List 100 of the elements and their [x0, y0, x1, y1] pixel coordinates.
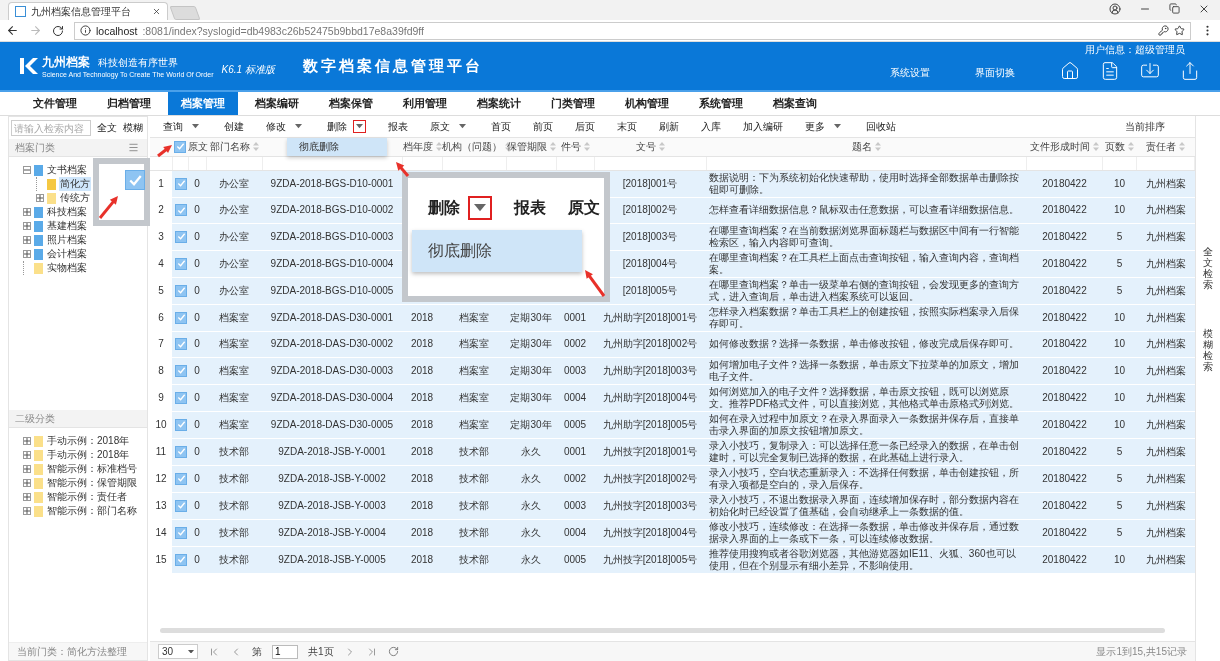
- collapse-icon[interactable]: [23, 166, 31, 174]
- nav-tab[interactable]: 档案统计: [464, 92, 534, 115]
- expand-icon[interactable]: [23, 465, 31, 473]
- menu-icon[interactable]: [128, 142, 139, 153]
- tree-item[interactable]: 文书档案: [46, 163, 88, 177]
- nav-tab[interactable]: 机构管理: [612, 92, 682, 115]
- restore-icon[interactable]: [1169, 3, 1180, 14]
- checkbox[interactable]: [175, 338, 187, 351]
- toolbar-button[interactable]: 更多: [804, 118, 845, 135]
- toolbar-button[interactable]: 删除: [326, 118, 367, 135]
- checkbox[interactable]: [175, 364, 187, 377]
- checkbox[interactable]: [175, 230, 187, 243]
- side-tab[interactable]: 模糊检索: [1203, 328, 1213, 372]
- toolbar-button[interactable]: 首页: [490, 118, 512, 135]
- checkbox[interactable]: [175, 445, 187, 458]
- close-icon[interactable]: [1198, 3, 1210, 15]
- nav-tab[interactable]: 文件管理: [20, 92, 90, 115]
- refresh-icon[interactable]: [387, 646, 399, 657]
- tree-item[interactable]: 智能示例：责任者: [46, 490, 128, 504]
- toolbar-button[interactable]: 报表: [387, 118, 409, 135]
- forward-icon[interactable]: [29, 24, 42, 37]
- menu-item[interactable]: 彻底删除: [412, 230, 582, 272]
- nav-tab[interactable]: 利用管理: [390, 92, 460, 115]
- nav-tab[interactable]: 系统管理: [686, 92, 756, 115]
- toolbar-button[interactable]: 创建: [223, 118, 245, 135]
- tree-item[interactable]: 基建档案: [46, 219, 88, 233]
- tree-item[interactable]: 科技档案: [46, 205, 88, 219]
- checkbox[interactable]: [175, 472, 187, 485]
- nav-tab[interactable]: 档案保管: [316, 92, 386, 115]
- toolbar-button[interactable]: 末页: [616, 118, 638, 135]
- checkbox[interactable]: [174, 140, 186, 153]
- tree-item[interactable]: 智能示例：保管期限: [46, 476, 138, 490]
- expand-icon[interactable]: [23, 437, 31, 445]
- search-field[interactable]: 请输入检索内容: [11, 120, 91, 136]
- tree-item[interactable]: 照片档案: [46, 233, 88, 247]
- expand-icon[interactable]: [36, 194, 44, 202]
- checkbox[interactable]: [175, 553, 187, 566]
- nav-tab[interactable]: 归档管理: [94, 92, 164, 115]
- dropdown-button[interactable]: [468, 196, 492, 220]
- checkbox[interactable]: [175, 418, 187, 431]
- address-field[interactable]: localhost :8081/index?syslogid=db4983c26b52475b9bbd17e8a39fd9ff: [74, 21, 1191, 40]
- checkbox[interactable]: [175, 311, 187, 324]
- expand-icon[interactable]: [23, 222, 31, 230]
- tree-item[interactable]: 会计档案: [46, 247, 88, 261]
- checkbox[interactable]: [175, 204, 187, 217]
- back-icon[interactable]: [6, 24, 19, 37]
- checkbox[interactable]: [175, 177, 187, 190]
- nav-tab[interactable]: 档案管理: [168, 92, 238, 115]
- checkbox[interactable]: [175, 284, 187, 297]
- tree-item[interactable]: 手动示例：2018年: [46, 448, 131, 462]
- column-header[interactable]: 档年度: [402, 139, 442, 154]
- reload-icon[interactable]: [52, 24, 64, 37]
- key-icon[interactable]: [1158, 25, 1169, 36]
- expand-icon[interactable]: [23, 493, 31, 501]
- nav-tab[interactable]: 门类管理: [538, 92, 608, 115]
- header-link[interactable]: 系统设置: [890, 66, 930, 80]
- tree-item[interactable]: 传统方: [59, 191, 91, 205]
- browser-tab[interactable]: 九州档案信息管理平台: [8, 2, 168, 20]
- search-button[interactable]: 全文: [97, 121, 117, 135]
- toolbar-button[interactable]: 加入编研: [742, 118, 784, 135]
- toolbar-button[interactable]: 查询: [162, 118, 203, 135]
- expand-icon[interactable]: [23, 479, 31, 487]
- document-icon[interactable]: [1100, 61, 1120, 81]
- side-tab[interactable]: 全文检索: [1203, 246, 1213, 290]
- tree-item[interactable]: 实物档案: [46, 261, 88, 275]
- tree-item[interactable]: 简化方: [59, 177, 91, 191]
- column-header[interactable]: 保管期限: [506, 139, 556, 154]
- checkbox[interactable]: [175, 526, 187, 539]
- header-link[interactable]: 界面切换: [975, 66, 1015, 80]
- checkbox[interactable]: [175, 499, 187, 512]
- toolbar-button[interactable]: 原文: [429, 118, 470, 135]
- column-header[interactable]: 原文: [188, 139, 208, 154]
- search-button[interactable]: 模糊: [123, 121, 143, 135]
- expand-icon[interactable]: [23, 236, 31, 244]
- column-header[interactable]: 题名: [851, 139, 881, 154]
- page-field[interactable]: 1: [272, 644, 298, 659]
- export-icon[interactable]: [1180, 61, 1200, 81]
- checkbox[interactable]: [125, 170, 145, 190]
- home-icon[interactable]: [1060, 61, 1080, 81]
- page-size-select[interactable]: 30: [158, 644, 198, 659]
- toolbar-button[interactable]: 刷新: [658, 118, 680, 135]
- expand-icon[interactable]: [23, 507, 31, 515]
- expand-icon[interactable]: [23, 208, 31, 216]
- close-icon[interactable]: [152, 7, 161, 16]
- account-icon[interactable]: [1109, 3, 1121, 15]
- checkbox[interactable]: [175, 391, 187, 404]
- toolbar-button[interactable]: 修改: [265, 118, 306, 135]
- first-page-icon[interactable]: [208, 645, 220, 658]
- tree-item[interactable]: 手动示例：2018年: [46, 434, 131, 448]
- tree-item[interactable]: 智能示例：标准档号: [46, 462, 138, 476]
- nav-tab[interactable]: 档案查询: [760, 92, 830, 115]
- expand-icon[interactable]: [23, 451, 31, 459]
- toolbar-button[interactable]: 后页: [574, 118, 596, 135]
- toolbar-button[interactable]: 前页: [532, 118, 554, 135]
- checkbox[interactable]: [175, 257, 187, 270]
- dropdown-toggle[interactable]: [353, 120, 366, 133]
- expand-icon[interactable]: [23, 250, 31, 258]
- tree-item[interactable]: 智能示例：部门名称: [46, 504, 138, 518]
- toolbar-button[interactable]: 回收站: [865, 118, 897, 135]
- nav-tab[interactable]: 档案编研: [242, 92, 312, 115]
